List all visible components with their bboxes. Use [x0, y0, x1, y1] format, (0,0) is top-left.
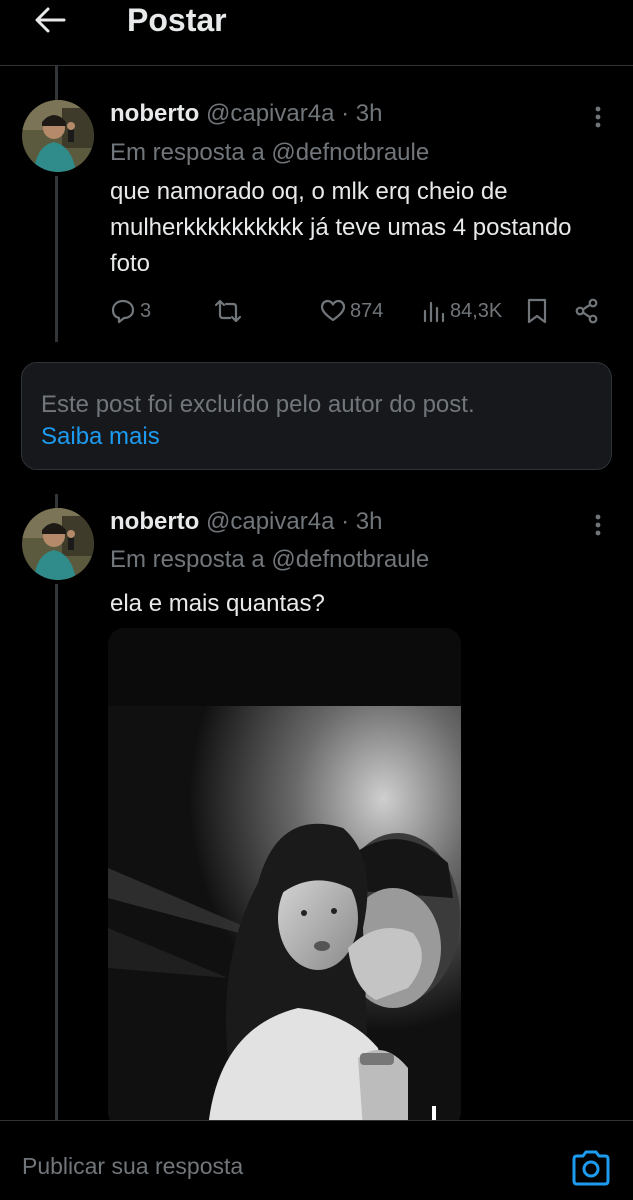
- share-button[interactable]: [574, 294, 600, 328]
- reply-context[interactable]: Em resposta a @defnotbraule: [110, 546, 429, 574]
- thread-line-post1: [55, 176, 58, 342]
- like-count: 874: [350, 299, 384, 322]
- post-detail-page: Postar noberto @capivar4a · 3h Em respos…: [0, 0, 633, 1200]
- camera-icon: [572, 1150, 610, 1186]
- post-actions: 3 874 84,3K: [110, 294, 610, 328]
- reply-composer: Publicar sua resposta: [0, 1120, 633, 1200]
- view-count: 84,3K: [450, 299, 503, 322]
- reply-context[interactable]: Em resposta a @defnotbraule: [110, 139, 429, 167]
- separator-dot: ·: [341, 508, 350, 535]
- separator-dot: ·: [341, 100, 350, 127]
- camera-button[interactable]: [570, 1149, 612, 1187]
- avatar[interactable]: [22, 508, 94, 580]
- more-options-button[interactable]: [586, 102, 610, 132]
- share-icon: [575, 298, 598, 324]
- user-handle[interactable]: @capivar4a: [206, 508, 334, 535]
- reply-button[interactable]: 3: [110, 294, 151, 328]
- user-handle[interactable]: @capivar4a: [206, 100, 334, 127]
- more-options-button[interactable]: [586, 510, 610, 540]
- learn-more-link[interactable]: Saiba mais: [41, 421, 160, 453]
- top-bar: Postar: [0, 0, 633, 66]
- post-header: noberto @capivar4a · 3h: [110, 508, 382, 536]
- post-text: ela e mais quantas?: [110, 590, 325, 617]
- arrow-left-icon: [35, 7, 66, 33]
- reply-icon: [111, 299, 135, 324]
- bookmark-icon: [527, 298, 547, 324]
- repost-button[interactable]: [214, 294, 242, 328]
- heart-icon: [320, 299, 346, 322]
- avatar-image: [22, 508, 94, 580]
- thread-line-top: [55, 66, 58, 100]
- avatar-image: [22, 100, 94, 172]
- like-button[interactable]: 874: [320, 294, 383, 328]
- post-media[interactable]: [108, 628, 461, 1128]
- post-text: que namorado oq, o mlk erq cheio de mulh…: [110, 178, 572, 277]
- display-name[interactable]: noberto: [110, 508, 199, 535]
- analytics-icon: [423, 301, 445, 323]
- views-button[interactable]: 84,3K: [422, 294, 502, 328]
- post-time[interactable]: 3h: [356, 508, 383, 535]
- more-vertical-icon: [595, 514, 601, 536]
- reply-count: 3: [140, 299, 152, 322]
- reply-input[interactable]: Publicar sua resposta: [22, 1151, 243, 1181]
- deleted-post-notice: Este post foi excluído pelo autor do pos…: [21, 362, 612, 470]
- back-button[interactable]: [30, 2, 70, 38]
- media-photo: [108, 628, 461, 1128]
- post-time[interactable]: 3h: [356, 100, 383, 127]
- display-name[interactable]: noberto: [110, 100, 199, 127]
- repost-icon: [214, 299, 242, 323]
- deleted-post-text: Este post foi excluído pelo autor do pos…: [41, 391, 475, 418]
- bookmark-button[interactable]: [526, 294, 548, 328]
- thread-line-top-2: [55, 494, 58, 508]
- post-header: noberto @capivar4a · 3h: [110, 100, 382, 128]
- page-title: Postar: [127, 2, 227, 38]
- avatar[interactable]: [22, 100, 94, 172]
- more-vertical-icon: [595, 106, 601, 128]
- thread-line-post2: [55, 584, 58, 1120]
